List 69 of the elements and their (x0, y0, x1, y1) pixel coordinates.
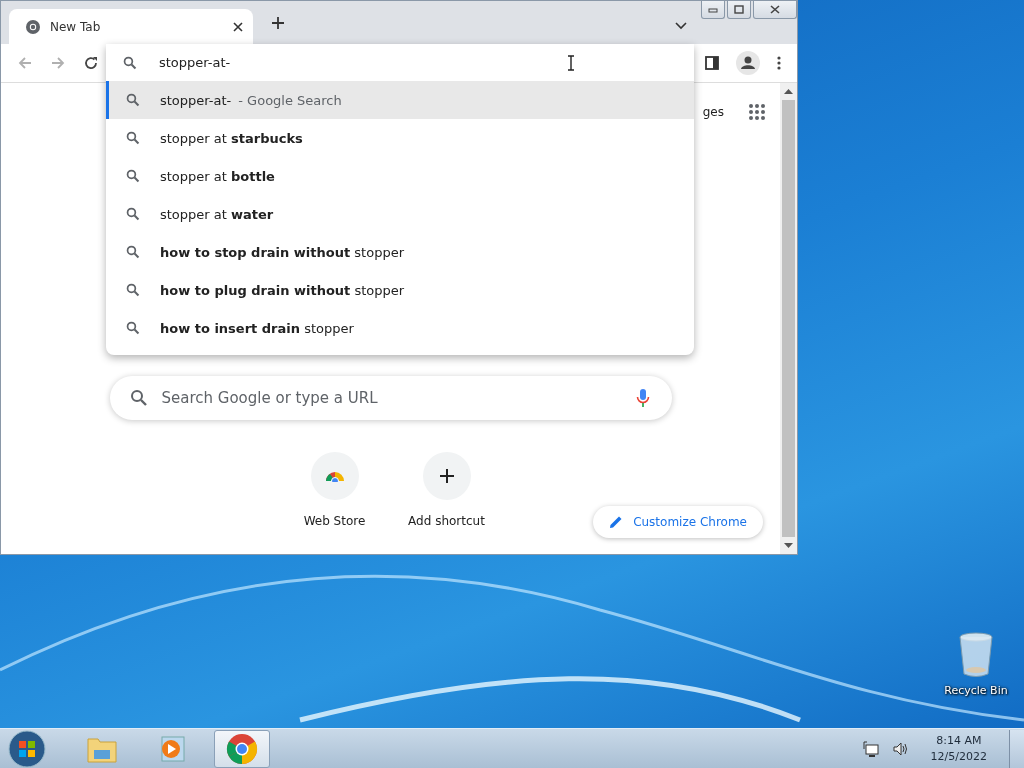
search-icon (123, 55, 137, 70)
suggestion-note: - Google Search (238, 92, 342, 108)
suggestion-text: how to stop drain without stopper (160, 244, 404, 260)
clock[interactable]: 8:14 AM 12/5/2022 (930, 734, 987, 763)
search-icon (126, 283, 140, 297)
media-player-icon (158, 734, 186, 763)
shortcut-label: Web Store (303, 514, 366, 528)
side-panel-icon[interactable] (705, 56, 719, 70)
new-tab-icon[interactable] (271, 16, 285, 30)
search-icon (126, 93, 140, 107)
search-icon (126, 245, 140, 259)
search-icon (129, 389, 148, 407)
suggestion-item[interactable]: how to insert drain stopper (106, 309, 694, 347)
pencil-icon (609, 515, 624, 529)
suggestion-text: stopper-at- (160, 92, 232, 108)
plus-icon (439, 469, 454, 483)
text-cursor-icon (567, 55, 575, 71)
search-icon (126, 169, 140, 183)
profile-avatar-icon[interactable] (736, 51, 760, 75)
network-icon[interactable] (862, 740, 879, 757)
browser-tab[interactable]: New Tab (9, 9, 253, 44)
clock-date: 12/5/2022 (930, 750, 987, 763)
desktop-icon-label: Recycle Bin (944, 684, 1008, 697)
chrome-logo-icon (226, 732, 258, 765)
chevron-down-icon[interactable] (675, 22, 687, 30)
microphone-icon[interactable] (635, 388, 650, 408)
shortcut-tile[interactable]: Add shortcut (404, 452, 489, 528)
minimize-button[interactable] (701, 1, 725, 19)
search-icon (126, 131, 140, 145)
shortcut-tile[interactable]: Web Store (292, 452, 377, 528)
recycle-bin-icon (958, 632, 994, 678)
menu-icon[interactable] (777, 56, 781, 70)
start-button[interactable] (8, 729, 46, 768)
suggestion-item[interactable]: how to stop drain without stopper (106, 233, 694, 271)
suggestion-item[interactable]: how to plug drain without stopper (106, 271, 694, 309)
suggestion-item[interactable]: stopper at starbucks (106, 119, 694, 157)
web-store-icon (324, 470, 345, 482)
suggestion-text: stopper at water (160, 206, 274, 222)
suggestion-text: stopper at starbucks (160, 130, 303, 146)
suggestion-item[interactable]: stopper at water (106, 195, 694, 233)
suggestion-text: how to insert drain stopper (160, 320, 354, 336)
search-field[interactable]: Search Google or type a URL (109, 376, 672, 420)
clock-time: 8:14 AM (936, 734, 982, 747)
scroll-up-icon[interactable] (784, 89, 793, 94)
close-icon (770, 5, 780, 14)
volume-icon[interactable] (892, 741, 909, 756)
suggestion-text: how to plug drain without stopper (160, 282, 405, 298)
chrome-logo-icon (25, 18, 41, 35)
suggestion-text: stopper at bottle (160, 168, 275, 184)
maximize-icon (734, 5, 744, 14)
scrollbar-thumb[interactable] (782, 100, 795, 537)
close-icon[interactable] (233, 21, 243, 32)
apps-grid-icon[interactable] (748, 103, 766, 121)
maximize-button[interactable] (727, 1, 751, 19)
search-icon (126, 321, 140, 335)
customize-chrome-button[interactable]: Customize Chrome (593, 506, 763, 538)
reload-icon[interactable] (83, 55, 99, 71)
suggestion-item[interactable]: stopper at bottle (106, 157, 694, 195)
close-button[interactable] (753, 1, 797, 19)
shortcut-label: Add shortcut (408, 514, 485, 528)
suggestion-item[interactable]: stopper-at- - Google Search (106, 81, 694, 119)
desktop-icon[interactable]: Recycle Bin (938, 632, 1014, 697)
images-link[interactable]: ges (702, 105, 724, 119)
minimize-icon (708, 6, 718, 13)
search-icon (126, 207, 140, 221)
scroll-down-icon[interactable] (784, 543, 793, 548)
scrollbar[interactable] (780, 83, 797, 554)
tab-title: New Tab (50, 19, 102, 34)
taskbar-app-button[interactable] (214, 729, 270, 768)
